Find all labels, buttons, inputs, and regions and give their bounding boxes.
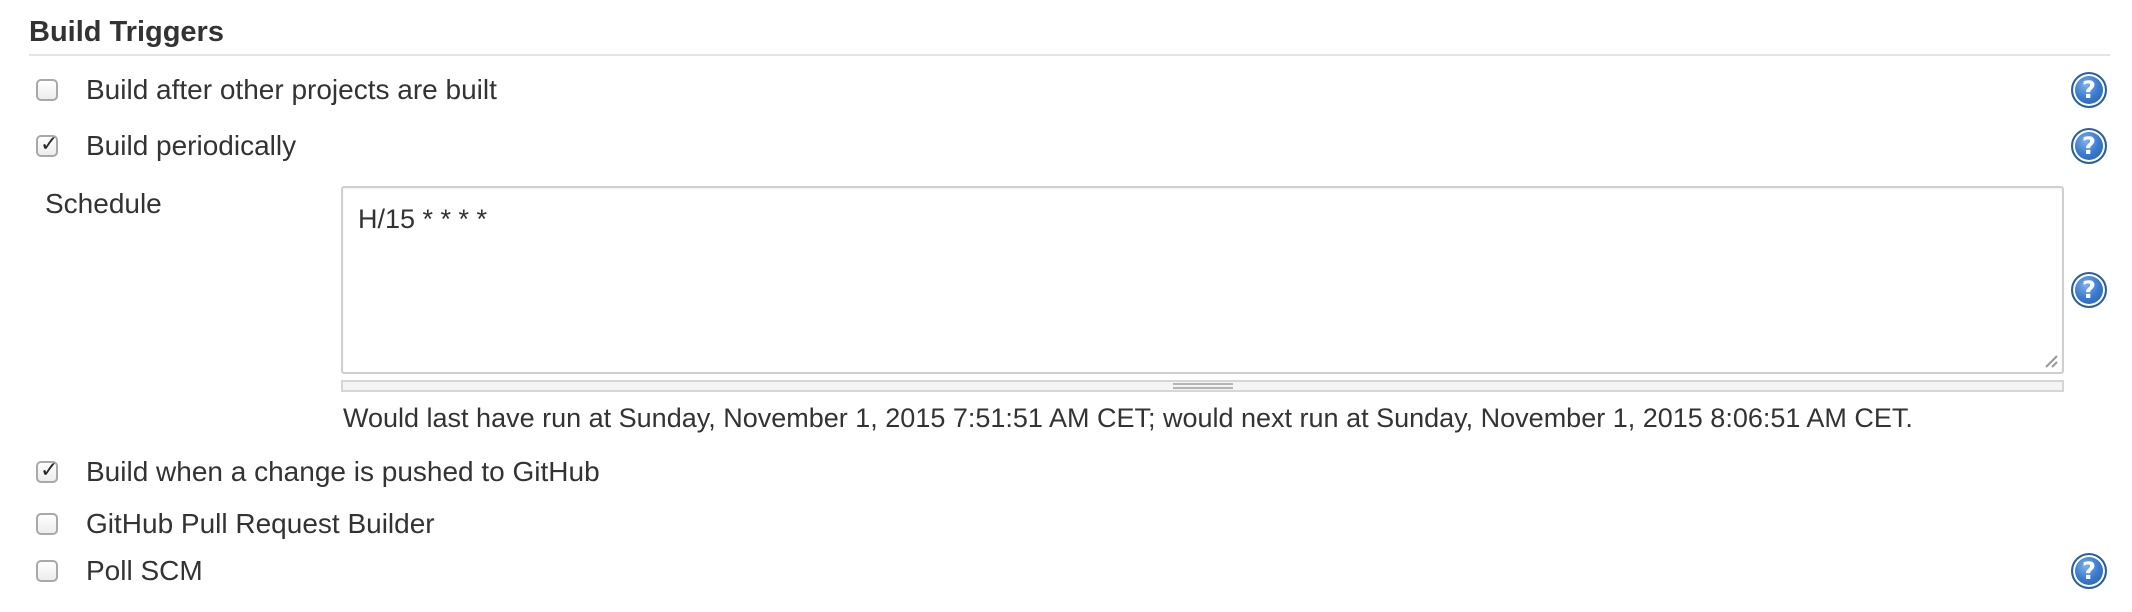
trigger-poll-scm: Poll SCM <box>0 553 2132 593</box>
trigger-label[interactable]: GitHub Pull Request Builder <box>86 506 435 542</box>
schedule-textarea[interactable]: H/15 * * * * <box>341 186 2064 374</box>
checkmark-icon: ✓ <box>40 132 59 157</box>
trigger-label[interactable]: Poll SCM <box>86 553 203 589</box>
trigger-build-after-other-projects: Build after other projects are built <box>0 72 2132 112</box>
github-push-checkbox[interactable]: ✓ <box>36 458 59 483</box>
section-title: Build Triggers <box>29 16 224 48</box>
trigger-label[interactable]: Build when a change is pushed to GitHub <box>86 454 600 490</box>
help-question-icon[interactable]: ? <box>2071 272 2107 308</box>
schedule-label: Schedule <box>45 188 162 219</box>
trigger-build-periodically: ✓ Build periodically <box>0 128 2132 168</box>
trigger-github-push: ✓ Build when a change is pushed to GitHu… <box>0 454 2132 494</box>
build-periodically-checkbox[interactable]: ✓ <box>36 132 59 157</box>
textarea-resize-handle[interactable] <box>341 380 2064 392</box>
poll-scm-checkbox[interactable] <box>36 560 58 582</box>
trigger-label[interactable]: Build periodically <box>86 128 296 164</box>
schedule-value[interactable]: H/15 * * * * <box>358 202 487 236</box>
schedule-info-text: Would last have run at Sunday, November … <box>343 403 1913 433</box>
checkmark-icon: ✓ <box>40 458 59 483</box>
help-question-icon[interactable]: ? <box>2071 72 2107 108</box>
github-pull-request-builder-checkbox[interactable] <box>36 513 58 535</box>
drag-grip-icon <box>1172 383 1233 389</box>
trigger-github-pull-request-builder: GitHub Pull Request Builder <box>0 506 2132 546</box>
help-question-icon[interactable]: ? <box>2071 128 2107 164</box>
trigger-label[interactable]: Build after other projects are built <box>86 72 497 108</box>
build-after-other-projects-checkbox[interactable] <box>36 79 58 101</box>
resize-grip-icon[interactable] <box>2042 352 2058 368</box>
help-question-icon[interactable]: ? <box>2071 553 2107 589</box>
section-divider <box>29 54 2110 56</box>
